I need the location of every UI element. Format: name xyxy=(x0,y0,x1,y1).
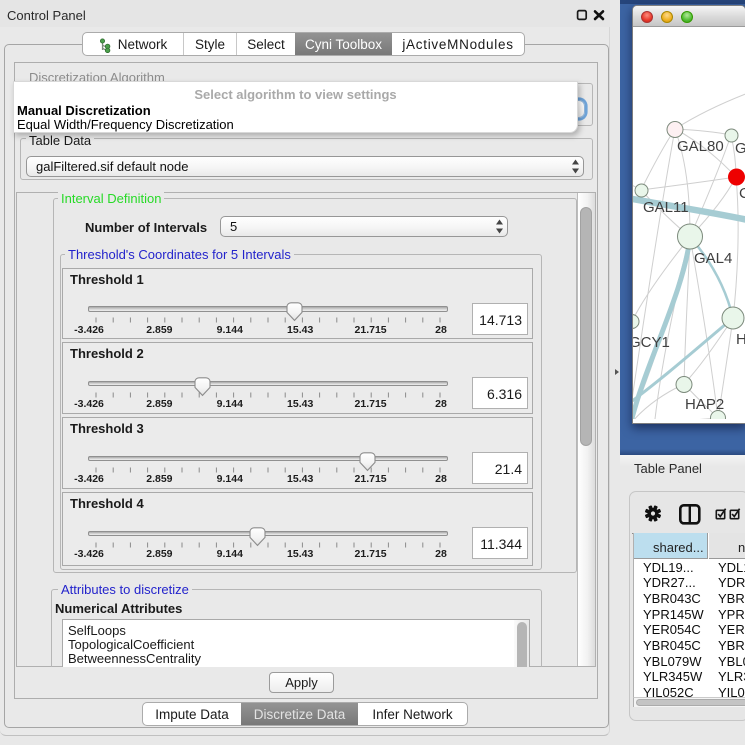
svg-text:GAL4: GAL4 xyxy=(694,250,732,267)
svg-text:GAL80: GAL80 xyxy=(677,138,724,155)
svg-text:GAL1: GAL1 xyxy=(735,140,745,157)
svg-text:GAL11: GAL11 xyxy=(643,199,689,216)
svg-text:CDC2: CDC2 xyxy=(739,185,745,202)
svg-text:HAP2: HAP2 xyxy=(685,396,724,413)
svg-text:GCY1: GCY1 xyxy=(633,334,670,351)
svg-text:HIS7: HIS7 xyxy=(736,331,745,348)
